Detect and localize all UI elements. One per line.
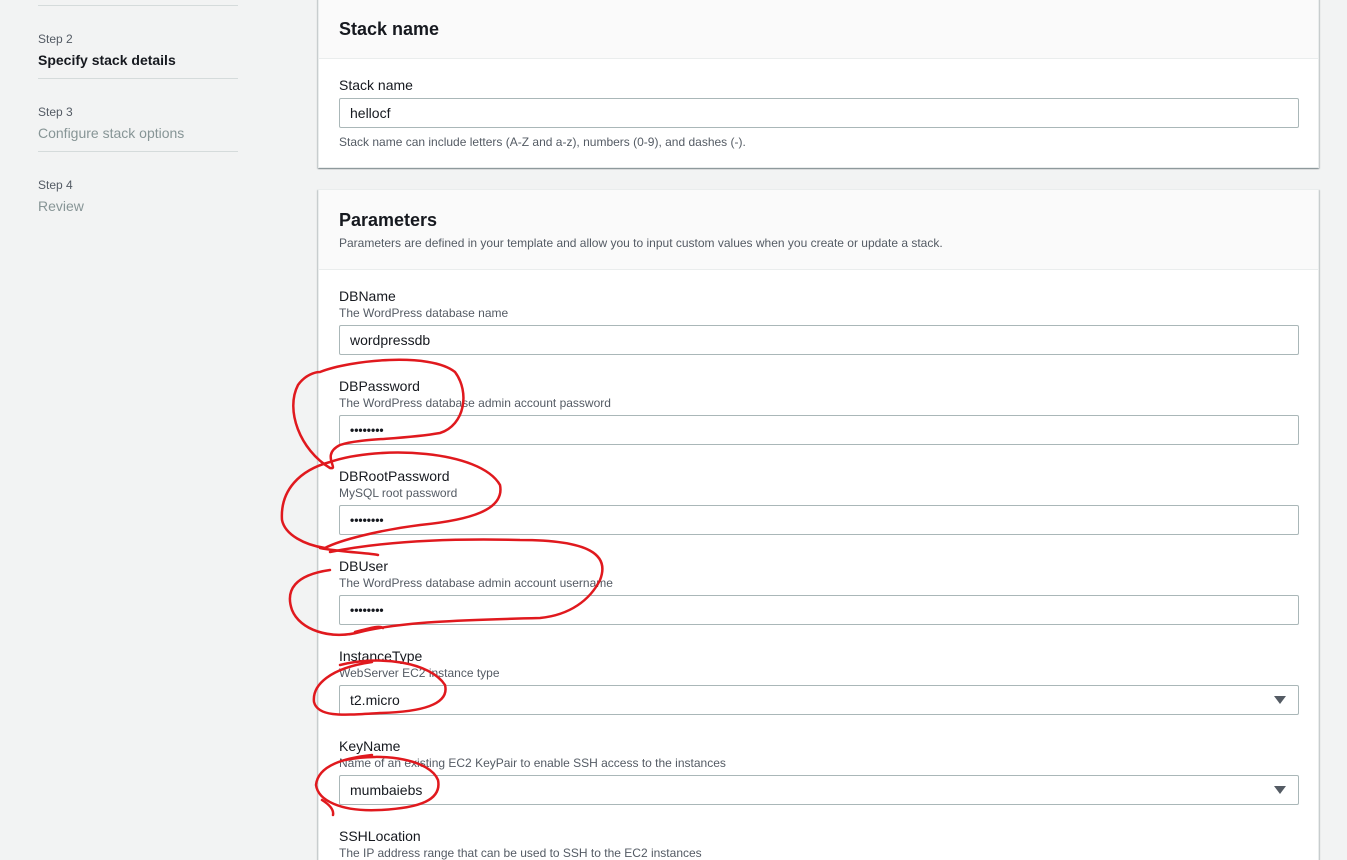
step-title[interactable]: Specify stack details [38,50,238,70]
field-label: DBName [339,288,396,304]
field-label: DBRootPassword [339,468,450,484]
keyname-select[interactable]: mumbaiebs [339,775,1299,805]
panel-description: Parameters are defined in your template … [339,236,943,250]
stack-name-field: Stack name hellocf Stack name can includ… [339,76,1299,150]
instancetype-select[interactable]: t2.micro [339,685,1299,715]
step-title[interactable]: Configure stack options [38,123,238,143]
field-label: InstanceType [339,648,423,664]
field-description: The WordPress database admin account pas… [339,396,611,410]
field-description: The WordPress database name [339,306,509,320]
panel-title: Parameters [339,210,438,230]
wizard-nav: Step 2 Specify stack details Step 3 Conf… [38,0,238,224]
dbname-input[interactable]: wordpressdb [339,325,1299,355]
panel-header: Stack name [319,0,1318,59]
field-description: Name of an existing EC2 KeyPair to enabl… [339,756,726,770]
caret-down-icon[interactable] [1274,696,1286,704]
nav-step-3[interactable]: Step 3 Configure stack options [38,79,238,151]
param-keyname: KeyName Name of an existing EC2 KeyPair … [339,737,1299,805]
parameters-panel: Parameters Parameters are defined in you… [318,189,1319,860]
field-hint: Stack name can include letters (A-Z and … [339,135,746,149]
dbpassword-input[interactable]: •••••••• [339,415,1299,445]
param-dbpassword: DBPassword The WordPress database admin … [339,377,1299,445]
stack-name-input[interactable]: hellocf [339,98,1299,128]
param-sshlocation: SSHLocation The IP address range that ca… [339,827,1299,860]
step-title[interactable]: Review [38,196,238,216]
field-label: SSHLocation [339,828,421,844]
field-label: DBPassword [339,378,420,394]
panel-header: Parameters Parameters are defined in you… [319,190,1318,270]
select-value: mumbaiebs [350,782,423,798]
step-number: Step 2 [38,32,73,46]
nav-step-2[interactable]: Step 2 Specify stack details [38,6,238,78]
param-dbname: DBName The WordPress database name wordp… [339,287,1299,355]
param-dbuser: DBUser The WordPress database admin acco… [339,557,1299,625]
stack-name-panel: Stack name Stack name hellocf Stack name… [318,0,1319,168]
step-number: Step 4 [38,178,73,192]
field-label: KeyName [339,738,401,754]
param-dbrootpassword: DBRootPassword MySQL root password •••••… [339,467,1299,535]
nav-step-4[interactable]: Step 4 Review [38,152,238,224]
panel-title: Stack name [339,19,440,39]
field-description: The IP address range that can be used to… [339,846,702,860]
select-value: t2.micro [350,692,400,708]
dbrootpassword-input[interactable]: •••••••• [339,505,1299,535]
caret-down-icon[interactable] [1274,786,1286,794]
field-label: Stack name [339,77,413,93]
param-instancetype: InstanceType WebServer EC2 instance type… [339,647,1299,715]
step-number: Step 3 [38,105,73,119]
field-description: WebServer EC2 instance type [339,666,500,680]
field-label: DBUser [339,558,389,574]
dbuser-input[interactable]: •••••••• [339,595,1299,625]
field-description: MySQL root password [339,486,458,500]
field-description: The WordPress database admin account use… [339,576,613,590]
